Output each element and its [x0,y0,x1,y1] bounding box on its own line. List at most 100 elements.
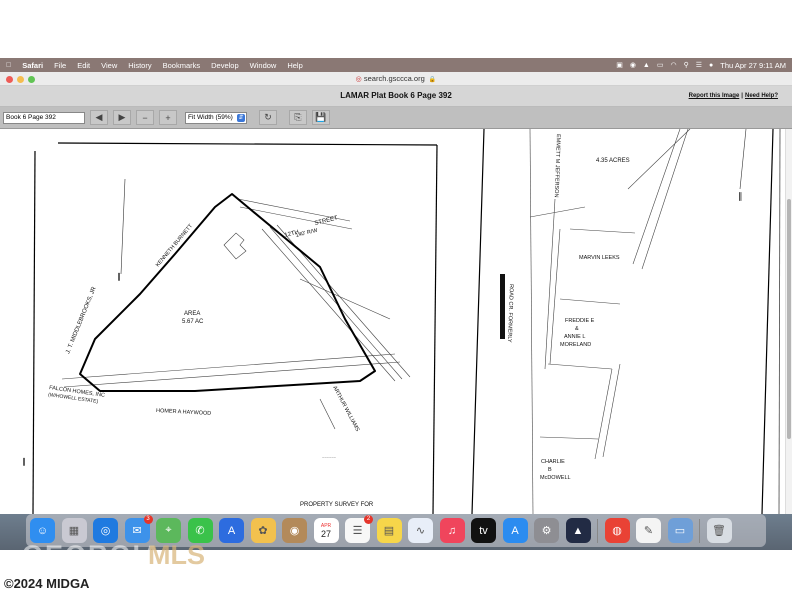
dock-glyph: 🗑 [712,525,726,537]
dock-glyph: ▤ [383,525,395,537]
menu-app-name[interactable]: Safari [22,61,43,70]
control-center-icon[interactable]: ☰ [696,61,702,69]
sheet-border-right [432,144,438,514]
document-scrollbar[interactable] [785,129,792,514]
street-lines [61,198,411,430]
screenshot-root: { "menubar": { "apple_icon": "apple-icon… [0,0,792,612]
next-page-button[interactable]: ▶ [113,110,131,125]
dock-glyph: tv [479,524,488,537]
print-button[interactable]: ⎘ [289,110,307,125]
owner-homer: HOMER A HAYWOOD [156,408,211,417]
dock-glyph: ☰ [352,525,363,537]
menu-edit[interactable]: Edit [77,61,90,70]
save-icon: 💾 [315,112,327,122]
owner-marvin: MARVIN LEEKS [579,255,620,261]
plus-icon: + [165,112,171,123]
dock-separator [699,518,700,543]
reminders-icon[interactable]: ☰ 2 [345,515,373,543]
notes-icon[interactable]: ▤ [376,518,402,543]
status-app-icon[interactable]: ▣ [616,61,623,69]
dock-glyph: ✆ [195,525,205,537]
menu-bookmarks[interactable]: Bookmarks [163,61,201,70]
dock-glyph: ◉ [289,525,300,537]
notification-badge: 2 [364,515,373,524]
xcode-instruments-icon[interactable]: ▲ [565,518,591,543]
area-value: 5.67 AC [182,319,204,325]
menu-window[interactable]: Window [250,61,277,70]
plat-document: ∥ ∥ KENNETH BURNETT J. T. MIDDLEBROOKS, … [0,129,792,514]
owner-charlie-2: B [548,467,552,473]
zoom-in-button[interactable]: + [159,110,177,125]
battery-icon[interactable]: ▭ [657,61,664,69]
owner-emmett: EMMETT M JEFFERSON [553,134,561,198]
wifi-icon[interactable]: ◠ [670,61,676,69]
survey-caption: PROPERTY SURVEY FOR [300,502,374,508]
watermark-georgia: GEORGIA [22,540,164,570]
dock-glyph: ◎ [100,525,111,537]
zoom-out-button[interactable]: − [136,110,154,125]
dock-glyph: ☺ [36,524,49,537]
right-of-way-label: 140' R/W [295,227,319,238]
tv-icon[interactable]: tv [471,518,496,543]
upload-icon[interactable]: ▲ [643,62,650,69]
need-help-link[interactable]: Need Help? [745,93,778,99]
minus-icon: − [142,112,148,123]
previous-page-button[interactable]: ◀ [90,110,108,125]
contacts-icon[interactable]: ◉ [282,518,307,543]
music-icon[interactable]: ♫ [439,518,465,543]
viewer-titlebar: LAMAR Plat Book 6 Page 392 Report this I… [0,86,792,107]
status-area: ▣ ◉ ▲ ▭ ◠ ⚲ ☰ ● Thu Apr 27 9:11 AM [616,61,786,70]
menu-help[interactable]: Help [287,61,302,70]
report-image-link[interactable]: Report this Image [689,93,740,99]
scribble-note: ~~~~~~ [322,455,337,460]
menu-view[interactable]: View [101,61,117,70]
appstore-icon[interactable]: A [502,518,528,543]
menu-history[interactable]: History [128,61,151,70]
copyright-notice: ©2024 MIDGA [4,576,90,591]
owner-arthur: ARTHUR WILLIAMS [331,385,360,433]
right-sheet-edge [778,129,781,514]
scrollbar-thumb[interactable] [787,199,791,439]
record-icon[interactable]: ◉ [630,61,636,69]
dock-glyph: ▦ [68,525,80,537]
freeform-icon[interactable]: ∿ [408,518,433,543]
arrow-left-icon: ◀ [95,112,103,122]
dock-glyph: ✿ [258,525,268,537]
owner-charlie-1: CHARLIE [541,459,565,465]
dock-glyph: ▲ [572,524,584,537]
right-margin-mark: ∥ [738,191,743,201]
owner-freddie-3: ANNIE L [564,334,585,340]
siri-icon[interactable]: ● [709,62,713,69]
appstore-connect-icon[interactable]: A [219,518,244,543]
calendar-icon[interactable]: APR 27 [313,518,339,543]
calendar-day: 27 [320,528,331,539]
browser-toolbar: ◎ search.gsccca.org 🔒 [0,72,792,86]
scan-dark-mark [500,274,505,339]
menu-file[interactable]: File [54,61,66,70]
zoom-select[interactable]: Fit Width (59%) ⇵ [185,111,247,124]
zoom-select-value: Fit Width (59%) [188,113,233,121]
meridian-line [120,178,126,275]
spotlight-search-icon[interactable]: ⚲ [684,61,689,69]
right-sheet-border-left [471,129,485,514]
page-field[interactable]: Book 6 Page 392 [3,111,85,124]
textedit-icon[interactable]: ✎ [636,518,661,543]
sheet-border-left [32,150,36,514]
menu-develop[interactable]: Develop [211,61,239,70]
address-bar[interactable]: ◎ search.gsccca.org 🔒 [0,74,792,83]
owner-freddie-2: & [575,326,579,332]
photos-icon[interactable]: ✿ [250,518,276,543]
rotate-button[interactable]: ↻ [259,110,277,125]
sheet-border-top [57,142,438,146]
preview-icon[interactable]: ▭ [667,518,693,543]
dock-separator [597,518,598,543]
settings-icon[interactable]: ⚙ [534,518,559,543]
menubar-clock[interactable]: Thu Apr 27 9:11 AM [720,61,786,70]
dock-glyph: ◍ [612,525,622,537]
trash-icon[interactable]: 🗑 [706,518,732,543]
area-label: AREA [184,311,200,317]
save-button[interactable]: 💾 [312,110,330,125]
apple-icon[interactable]:  [6,62,11,69]
chrome-icon[interactable]: ◍ [604,518,630,543]
street-label: STREET [314,215,339,227]
